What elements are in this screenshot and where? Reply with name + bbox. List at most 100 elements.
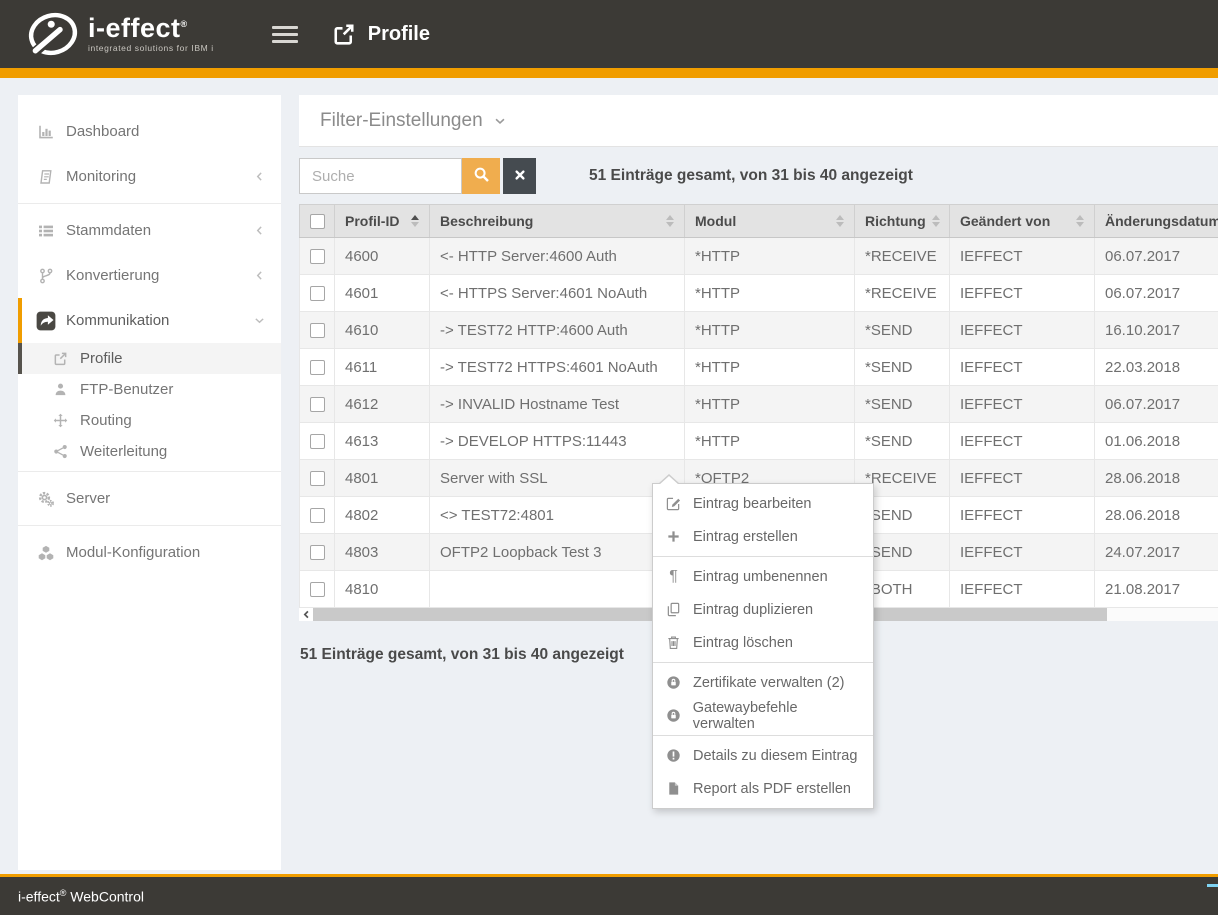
- sidebar-item-monitoring[interactable]: Monitoring: [18, 154, 281, 199]
- lock-icon: [665, 708, 682, 723]
- column-header-modul[interactable]: Modul: [685, 205, 855, 238]
- sidebar-item-label: Routing: [80, 412, 267, 429]
- lock-icon: [665, 675, 682, 690]
- menu-item-manage-certificates[interactable]: Zertifikate verwalten (2): [653, 666, 873, 699]
- cell-aenderungsdatum: 06.07.2017: [1095, 238, 1218, 275]
- select-all-checkbox[interactable]: [310, 214, 325, 229]
- row-checkbox[interactable]: [310, 545, 325, 560]
- external-link-icon: [332, 22, 356, 46]
- menu-item-duplicate-entry[interactable]: Eintrag duplizieren: [653, 593, 873, 626]
- search-button[interactable]: [462, 158, 500, 194]
- cell-geaendert_von: IEFFECT: [950, 238, 1095, 275]
- menu-item-label: Eintrag erstellen: [693, 529, 798, 545]
- menu-item-label: Eintrag duplizieren: [693, 602, 813, 618]
- sidebar-item-weiterleitung[interactable]: Weiterleitung: [18, 436, 281, 467]
- sidebar-item-ftp-benutzer[interactable]: FTP-Benutzer: [18, 374, 281, 405]
- cell-aenderungsdatum: 28.06.2018: [1095, 497, 1218, 534]
- sidebar-item-modul-konfiguration[interactable]: Modul-Konfiguration: [18, 530, 281, 575]
- cell-modul: *HTTP: [685, 312, 855, 349]
- app-footer: i-effect® WebControl: [0, 877, 1218, 915]
- table-row[interactable]: 4610-> TEST72 HTTP:4600 Auth*HTTP*SENDIE…: [300, 312, 1218, 349]
- cell-aenderungsdatum: 01.06.2018: [1095, 423, 1218, 460]
- context-menu: Eintrag bearbeiten Eintrag erstellen ¶Eint…: [652, 483, 874, 809]
- menu-item-create-pdf-report[interactable]: Report als PDF erstellen: [653, 772, 873, 805]
- cell-geaendert_von: IEFFECT: [950, 312, 1095, 349]
- sidebar-item-konvertierung[interactable]: Konvertierung: [18, 253, 281, 298]
- table-row[interactable]: 4611-> TEST72 HTTPS:4601 NoAuth*HTTP*SEN…: [300, 349, 1218, 386]
- row-checkbox[interactable]: [310, 471, 325, 486]
- stammdaten-icon: [36, 221, 56, 241]
- search-toolbar: 51 Einträge gesamt, von 31 bis 40 angeze…: [299, 158, 1218, 194]
- cell-geaendert_von: IEFFECT: [950, 460, 1095, 497]
- sort-arrows-icon: [932, 215, 940, 227]
- sidebar-item-kommunikation[interactable]: Kommunikation: [18, 298, 281, 343]
- scroll-left-button[interactable]: [299, 608, 313, 621]
- column-header-profil_id[interactable]: Profil-ID: [335, 205, 430, 238]
- sidebar-item-routing[interactable]: Routing: [18, 405, 281, 436]
- menu-toggle-button[interactable]: [272, 22, 298, 47]
- logo-reg-mark: ®: [181, 19, 188, 29]
- row-checkbox[interactable]: [310, 286, 325, 301]
- search-input[interactable]: [299, 158, 462, 194]
- cell-modul: *HTTP: [685, 349, 855, 386]
- row-checkbox[interactable]: [310, 582, 325, 597]
- row-checkbox[interactable]: [310, 323, 325, 338]
- sidebar-item-label: FTP-Benutzer: [80, 381, 267, 398]
- cell-richtung: *SEND: [855, 423, 950, 460]
- cell-profil_id: 4610: [335, 312, 430, 349]
- column-header-richtung[interactable]: Richtung: [855, 205, 950, 238]
- chevron-down-icon: [493, 114, 507, 128]
- cell-profil_id: 4601: [335, 275, 430, 312]
- menu-item-create-entry[interactable]: Eintrag erstellen: [653, 520, 873, 553]
- sidebar-item-profile[interactable]: Profile: [18, 343, 281, 374]
- cell-profil_id: 4803: [335, 534, 430, 571]
- menu-item-manage-gateway-commands[interactable]: Gatewaybefehle verwalten: [653, 699, 873, 732]
- sidebar-item-label: Kommunikation: [66, 312, 253, 329]
- table-row[interactable]: 4612-> INVALID Hostname Test*HTTP*SENDIE…: [300, 386, 1218, 423]
- table-row[interactable]: 4601<- HTTPS Server:4601 NoAuth*HTTP*REC…: [300, 275, 1218, 312]
- menu-item-entry-details[interactable]: Details zu diesem Eintrag: [653, 739, 873, 772]
- filter-settings-panel[interactable]: Filter-Einstellungen: [299, 95, 1218, 147]
- copy-icon: [665, 602, 682, 617]
- sidebar-item-label: Modul-Konfiguration: [66, 544, 267, 561]
- sidebar-item-dashboard[interactable]: Dashboard: [18, 109, 281, 154]
- menu-item-rename-entry[interactable]: ¶Eintrag umbenennen: [653, 560, 873, 593]
- menu-item-edit-entry[interactable]: Eintrag bearbeiten: [653, 487, 873, 520]
- chevron-left-icon: [253, 224, 267, 238]
- sidebar-divider: [18, 203, 281, 204]
- table-row[interactable]: 4613-> DEVELOP HTTPS:11443*HTTP*SENDIEFF…: [300, 423, 1218, 460]
- cell-geaendert_von: IEFFECT: [950, 497, 1095, 534]
- cell-aenderungsdatum: 16.10.2017: [1095, 312, 1218, 349]
- dashboard-icon: [36, 122, 56, 142]
- sidebar-item-stammdaten[interactable]: Stammdaten: [18, 208, 281, 253]
- row-checkbox[interactable]: [310, 360, 325, 375]
- column-header-aenderungsdatum[interactable]: Änderungsdatum: [1095, 205, 1218, 238]
- chevron-left-icon: [253, 269, 267, 283]
- cell-geaendert_von: IEFFECT: [950, 534, 1095, 571]
- cell-geaendert_von: IEFFECT: [950, 423, 1095, 460]
- row-checkbox[interactable]: [310, 434, 325, 449]
- context-menu-caret: [658, 474, 680, 484]
- cell-profil_id: 4600: [335, 238, 430, 275]
- table-row[interactable]: 4600<- HTTP Server:4600 Auth*HTTP*RECEIV…: [300, 238, 1218, 275]
- cell-beschreibung: [430, 571, 685, 608]
- cell-beschreibung: <- HTTP Server:4600 Auth: [430, 238, 685, 275]
- cell-beschreibung: <- HTTPS Server:4601 NoAuth: [430, 275, 685, 312]
- app-logo[interactable]: i-effect® integrated solutions for IBM i: [26, 11, 214, 57]
- cell-profil_id: 4611: [335, 349, 430, 386]
- sidebar-item-label: Server: [66, 490, 267, 507]
- cell-geaendert_von: IEFFECT: [950, 571, 1095, 608]
- cell-aenderungsdatum: 22.03.2018: [1095, 349, 1218, 386]
- column-header-geaendert_von[interactable]: Geändert von: [950, 205, 1095, 238]
- menu-item-label: Report als PDF erstellen: [693, 781, 851, 797]
- menu-item-delete-entry[interactable]: Eintrag löschen: [653, 626, 873, 659]
- result-count: 51 Einträge gesamt, von 31 bis 40 angeze…: [589, 167, 913, 185]
- row-checkbox[interactable]: [310, 249, 325, 264]
- row-checkbox[interactable]: [310, 508, 325, 523]
- row-checkbox[interactable]: [310, 397, 325, 412]
- column-header-beschreibung[interactable]: Beschreibung: [430, 205, 685, 238]
- modules-icon: [36, 543, 56, 563]
- sidebar-item-label: Monitoring: [66, 168, 253, 185]
- sidebar-item-server[interactable]: Server: [18, 476, 281, 521]
- clear-search-button[interactable]: [503, 158, 536, 194]
